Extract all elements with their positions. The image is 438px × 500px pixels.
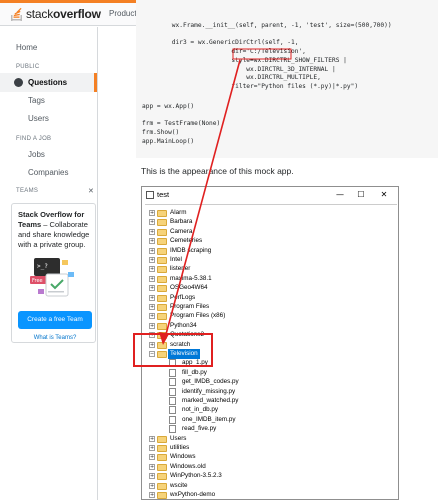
expand-icon[interactable]: + xyxy=(149,210,155,216)
expand-icon[interactable]: + xyxy=(149,266,155,273)
sidebar-heading-teams: TEAMS xyxy=(16,188,39,194)
create-team-button[interactable]: Create a free Team xyxy=(18,311,92,329)
expand-icon[interactable]: + xyxy=(149,238,155,245)
folder-icon xyxy=(157,285,167,293)
code-block: wx.Frame.__init__(self, parent, -1, 'tes… xyxy=(136,0,438,158)
expand-icon[interactable]: + xyxy=(149,445,155,451)
what-is-teams-link[interactable]: What is Teams? xyxy=(12,335,98,341)
logo-text-light: stack xyxy=(26,7,54,21)
folder-icon xyxy=(157,257,167,264)
folder-icon xyxy=(157,210,167,217)
annotation-highlight-box xyxy=(133,333,213,367)
sidebar-item-label: Questions xyxy=(28,78,68,87)
teams-promo-text: Stack Overflow for Teams – Collaborate a… xyxy=(18,210,96,250)
teams-promo-card: Stack Overflow for Teams – Collaborate a… xyxy=(11,203,96,343)
file-icon xyxy=(169,368,176,377)
file-icon xyxy=(169,406,176,415)
file-icon xyxy=(169,425,176,434)
folder-icon xyxy=(157,313,167,321)
folder-icon xyxy=(157,435,167,443)
code-text-frame-init: wx.Frame.__init__(self, parent, -1, 'tes… xyxy=(171,22,392,90)
folder-icon xyxy=(157,238,167,246)
folder-icon xyxy=(157,482,167,490)
folder-icon xyxy=(157,445,167,452)
expand-icon[interactable]: + xyxy=(149,492,155,498)
minimize-icon[interactable]: — xyxy=(334,189,346,200)
sidebar-item-companies[interactable]: Companies xyxy=(28,168,68,177)
expand-icon[interactable]: + xyxy=(149,257,155,263)
tree-item-label: wxPython-demo xyxy=(170,491,216,498)
teams-illustration-icon: >_? Free xyxy=(30,258,74,297)
expand-icon[interactable]: + xyxy=(149,275,155,282)
expand-icon[interactable]: + xyxy=(149,285,155,292)
sidebar-item-jobs[interactable]: Jobs xyxy=(28,150,45,159)
folder-icon xyxy=(157,228,167,236)
expand-icon[interactable]: + xyxy=(149,228,155,235)
folder-icon xyxy=(157,304,167,311)
code-text-app-main: app = wx.App() frm = TestFrame(None) frm… xyxy=(142,103,221,145)
expand-icon[interactable]: + xyxy=(149,463,155,470)
folder-icon xyxy=(157,322,167,330)
expand-icon[interactable]: + xyxy=(149,322,155,329)
folder-icon xyxy=(157,294,167,302)
window-app-icon xyxy=(146,191,154,199)
expand-icon[interactable]: + xyxy=(149,473,155,480)
folder-icon xyxy=(157,473,167,481)
sidebar-heading-public: PUBLIC xyxy=(16,64,40,70)
folder-icon xyxy=(157,247,167,255)
folder-icon xyxy=(157,492,167,499)
sidebar-item-questions[interactable]: Questions xyxy=(0,73,97,92)
folder-icon xyxy=(157,219,167,227)
window-title-bar: test — ☐ ✕ xyxy=(142,187,398,203)
expand-icon[interactable]: + xyxy=(149,482,155,489)
expand-icon[interactable]: + xyxy=(149,304,155,310)
left-sidebar: Home PUBLIC Questions Tags Users FIND A … xyxy=(0,27,98,500)
file-icon xyxy=(169,378,176,387)
folder-icon xyxy=(157,454,167,462)
sidebar-item-users[interactable]: Users xyxy=(28,114,49,123)
expand-icon[interactable]: + xyxy=(149,313,155,320)
answer-text: This is the appearance of this mock app. xyxy=(141,166,294,176)
illustration-prompt-text: >_? xyxy=(37,263,48,270)
tree-item-label: read_five.py xyxy=(182,425,217,433)
sidebar-heading-find-job: FIND A JOB xyxy=(16,136,52,142)
file-icon xyxy=(169,387,176,396)
stack-logo-icon xyxy=(10,6,24,22)
logo-text-bold: overflow xyxy=(53,7,101,21)
stackoverflow-logo[interactable]: stackoverflow xyxy=(10,6,101,22)
expand-icon[interactable]: + xyxy=(149,219,155,226)
folder-icon xyxy=(157,463,167,471)
close-window-icon[interactable]: ✕ xyxy=(378,189,390,200)
globe-icon xyxy=(14,78,23,87)
file-icon xyxy=(169,415,176,424)
sidebar-item-tags[interactable]: Tags xyxy=(28,96,45,105)
expand-icon[interactable]: + xyxy=(149,294,155,301)
window-title: test xyxy=(157,190,170,199)
folder-icon xyxy=(157,266,167,274)
expand-icon[interactable]: + xyxy=(149,454,155,461)
expand-icon[interactable]: + xyxy=(149,247,155,254)
illustration-free-text: Free xyxy=(32,278,43,284)
maximize-icon[interactable]: ☐ xyxy=(355,189,367,200)
folder-icon xyxy=(157,275,167,283)
close-icon[interactable]: ✕ xyxy=(88,187,94,195)
expand-icon[interactable]: + xyxy=(149,435,155,442)
file-icon xyxy=(169,397,176,405)
sidebar-item-home[interactable]: Home xyxy=(16,43,37,52)
